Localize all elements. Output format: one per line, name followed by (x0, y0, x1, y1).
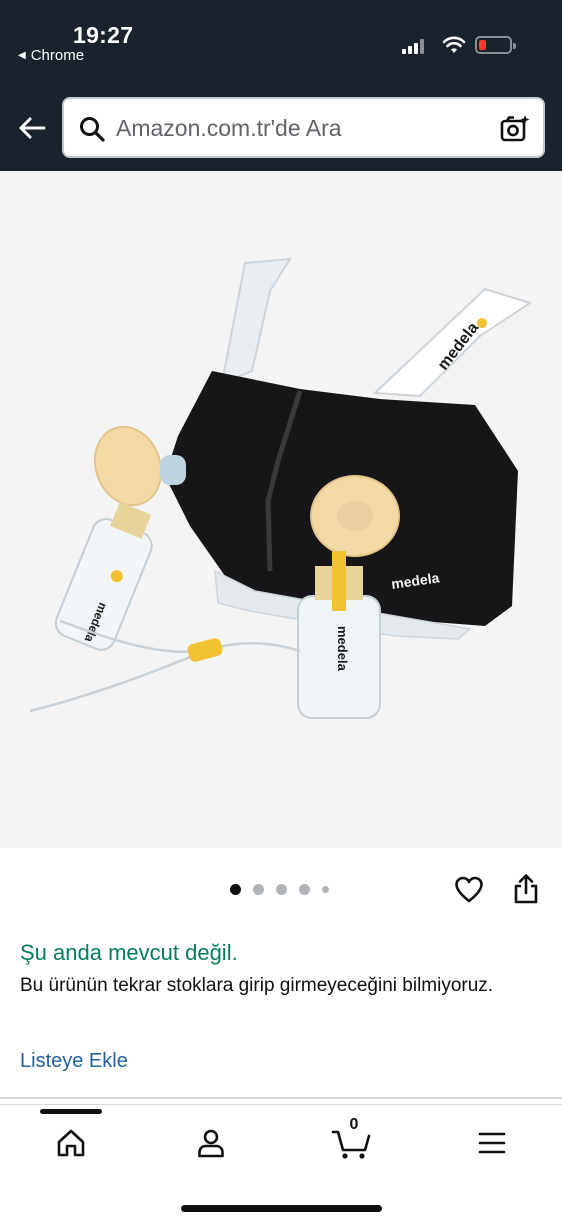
carousel-dot-4[interactable] (299, 884, 310, 895)
back-triangle-icon: ◀ (18, 50, 26, 61)
top-header: 19:27 ◀ Chrome (0, 0, 562, 171)
carousel-dots (230, 884, 329, 895)
back-app-label: Chrome (30, 47, 85, 64)
availability-status: Şu anda mevcut değil. (20, 940, 238, 965)
nav-home[interactable] (51, 1123, 91, 1163)
carousel-dot-1[interactable] (230, 884, 241, 895)
heart-icon[interactable] (454, 875, 484, 905)
left-breast-shield (93, 425, 163, 507)
camera-search-icon[interactable] (499, 113, 531, 145)
search-input[interactable] (116, 111, 486, 145)
left-shield-valve (160, 455, 186, 485)
strap-logo-dot (477, 318, 487, 328)
cellular-signal-icon (402, 38, 424, 54)
left-strap (220, 257, 292, 385)
back-to-app[interactable]: ◀ Chrome (18, 47, 84, 64)
nav-menu[interactable] (472, 1123, 512, 1163)
add-to-list-link[interactable]: Listeye Ekle (20, 1050, 128, 1073)
tube-connector (187, 638, 223, 662)
product-photo: medela medela medela medela (29, 257, 533, 719)
search-icon (80, 117, 105, 142)
battery-icon (475, 36, 516, 54)
home-icon (57, 1129, 85, 1157)
bottom-navigation: 0 (0, 1104, 562, 1221)
availability-detail: Bu ürünün tekrar stoklara girip girmeyec… (20, 975, 494, 996)
home-indicator-bar (181, 1205, 382, 1212)
nav-cart[interactable]: 0 (331, 1116, 371, 1163)
right-bottle-brand-label: medela (335, 626, 350, 672)
product-image[interactable]: medela medela medela medela (0, 171, 562, 848)
hamburger-menu-icon (478, 1132, 506, 1154)
search-bar[interactable] (62, 97, 545, 158)
account-icon (198, 1129, 224, 1158)
carousel-dot-3[interactable] (276, 884, 287, 895)
status-time: 19:27 (73, 22, 134, 48)
battery-level (479, 40, 486, 50)
section-divider (0, 1097, 562, 1099)
carousel-dot-2[interactable] (253, 884, 264, 895)
wifi-icon (442, 36, 466, 53)
back-arrow-icon[interactable] (16, 112, 48, 144)
nav-account[interactable] (191, 1123, 231, 1163)
carousel-dot-5[interactable] (322, 886, 329, 893)
share-icon[interactable] (512, 873, 540, 905)
active-tab-indicator (40, 1109, 102, 1114)
cart-count-badge: 0 (349, 1116, 359, 1133)
